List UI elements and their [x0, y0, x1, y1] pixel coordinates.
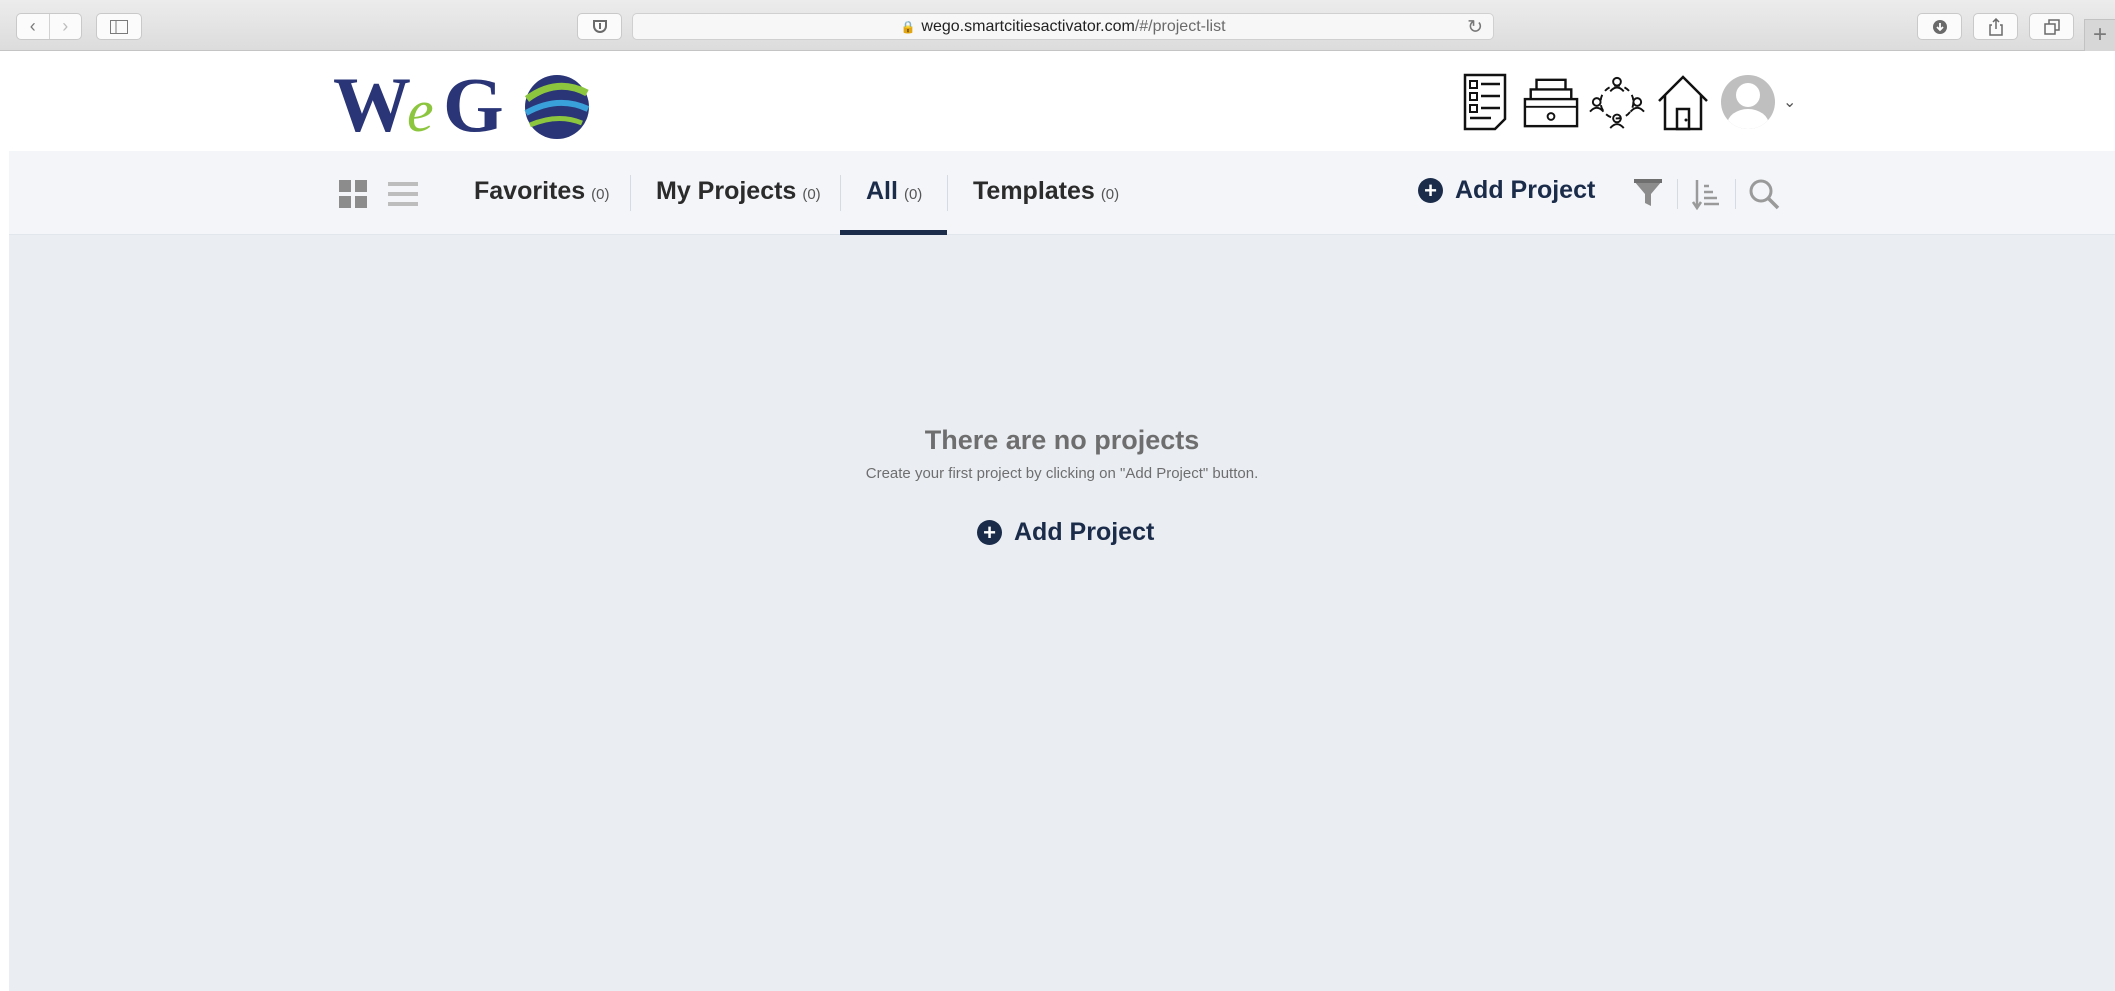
tab-count: (0) [903, 186, 923, 203]
empty-state-add-project-button[interactable]: + Add Project [977, 518, 1154, 547]
plus-circle-icon: + [1418, 178, 1443, 203]
search-icon[interactable] [1747, 176, 1781, 212]
tab-divider [630, 175, 631, 211]
user-avatar-icon[interactable] [1721, 75, 1775, 129]
download-icon[interactable] [1917, 13, 1962, 40]
inbox-tray-icon[interactable] [1523, 71, 1579, 133]
chevron-down-icon[interactable]: ⌄ [1783, 92, 1796, 112]
filter-icon[interactable] [1631, 176, 1665, 212]
plus-circle-icon: + [977, 520, 1002, 545]
home-icon[interactable] [1655, 71, 1711, 133]
shield-icon[interactable] [577, 13, 622, 40]
svg-text:W: W [333, 65, 411, 141]
new-tab-icon[interactable]: + [2084, 19, 2115, 51]
project-list-content: There are no projects Create your first … [9, 235, 2115, 991]
tab-divider [947, 175, 948, 211]
back-icon[interactable]: ‹ [17, 14, 49, 39]
add-project-label: Add Project [1014, 518, 1155, 546]
add-project-label: Add Project [1455, 176, 1596, 204]
browser-nav-buttons: ‹ › [16, 13, 82, 40]
page-edge [0, 51, 9, 991]
tab-count: (0) [802, 186, 821, 203]
add-project-button[interactable]: + Add Project [1418, 176, 1595, 205]
tab-my-projects[interactable]: My Projects (0) [656, 177, 821, 211]
svg-text:G: G [443, 65, 504, 141]
header-icon-group: ⌄ [1457, 69, 1796, 135]
url-path: /#/project-list [1134, 17, 1226, 35]
tab-templates[interactable]: Templates (0) [973, 177, 1119, 211]
tab-label: Templates [973, 177, 1095, 205]
sidebar-toggle-icon[interactable] [96, 13, 142, 40]
tab-divider [840, 175, 841, 211]
share-icon[interactable] [1973, 13, 2018, 40]
app-header: W e G ⌄ [9, 51, 2115, 151]
tab-label: My Projects [656, 177, 797, 205]
sort-icon[interactable] [1689, 176, 1723, 212]
people-network-icon[interactable] [1589, 71, 1645, 133]
empty-state-subtitle: Create your first project by clicking on… [865, 465, 1259, 482]
wego-logo[interactable]: W e G [333, 65, 603, 141]
project-nav-bar: Favorites (0) My Projects (0) All (0) Te… [9, 151, 2115, 242]
tool-divider [1735, 179, 1736, 209]
tool-divider [1677, 179, 1678, 209]
reload-icon[interactable]: ↻ [1467, 16, 1483, 39]
tab-label: All [866, 177, 898, 205]
tab-count: (0) [1100, 186, 1120, 203]
svg-text:e: e [407, 78, 434, 141]
list-view-icon[interactable] [388, 182, 418, 206]
url-host: wego.smartcitiesactivator.com [921, 17, 1135, 35]
empty-state-title: There are no projects [924, 425, 1200, 455]
lock-icon: 🔒 [900, 19, 916, 34]
browser-toolbar: ‹ › 🔒 wego.smartcitiesactivator.com/#/pr… [0, 0, 2115, 51]
document-list-icon[interactable] [1457, 71, 1513, 133]
forward-icon[interactable]: › [48, 14, 82, 39]
tabs-overview-icon[interactable] [2029, 13, 2074, 40]
tab-label: Favorites [474, 177, 586, 205]
tab-favorites[interactable]: Favorites (0) [474, 177, 610, 211]
grid-view-icon[interactable] [339, 180, 367, 208]
tab-all[interactable]: All (0) [866, 177, 922, 211]
tab-count: (0) [591, 186, 610, 203]
address-bar[interactable]: 🔒 wego.smartcitiesactivator.com/#/projec… [632, 13, 1494, 40]
